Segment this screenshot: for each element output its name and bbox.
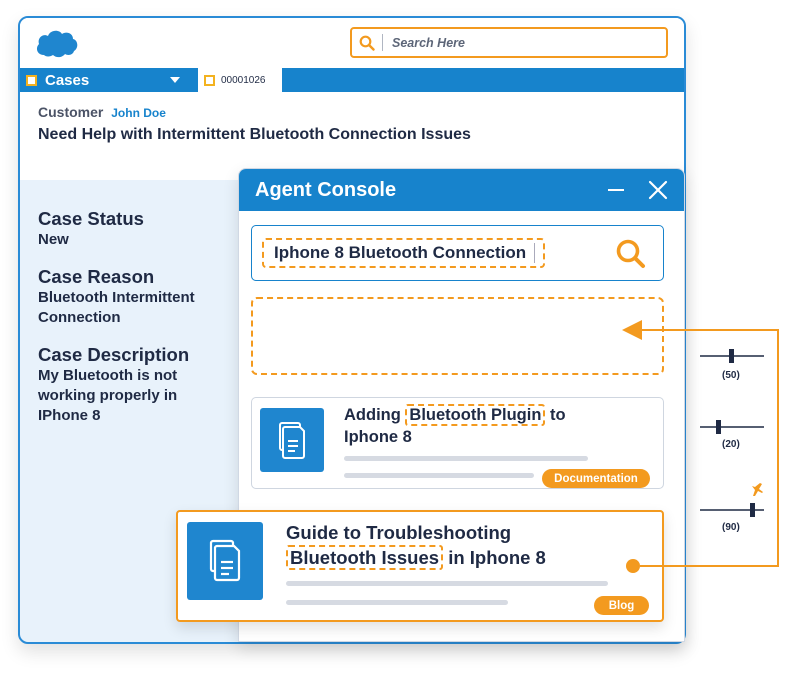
- highlighted-keyword: Bluetooth Plugin: [405, 404, 546, 426]
- tab-case-record[interactable]: 00001026: [198, 68, 282, 92]
- text-cursor: [534, 243, 536, 263]
- case-description-block: Case Description My Bluetooth is not wor…: [38, 344, 238, 426]
- tab-cases-label: Cases: [45, 71, 90, 89]
- case-details: Case Status New Case Reason Bluetooth In…: [38, 208, 238, 442]
- search-result-card[interactable]: Adding Bluetooth Plugin to Iphone 8 Docu…: [251, 397, 664, 489]
- case-status-value: New: [38, 231, 69, 248]
- case-status-block: Case Status New: [38, 208, 238, 250]
- search-query-text: Iphone 8 Bluetooth Connection: [274, 243, 527, 262]
- case-description-line1: My Bluetooth is not: [38, 367, 178, 384]
- slider-3[interactable]: [700, 503, 764, 517]
- slider-2[interactable]: [700, 420, 764, 434]
- result-title[interactable]: Guide to Troubleshooting Bluetooth Issue…: [286, 520, 616, 570]
- record-tab-icon: [204, 74, 215, 86]
- result-tag-documentation[interactable]: Documentation: [542, 469, 650, 488]
- result-title-pre: Adding: [344, 406, 401, 424]
- search-query-input[interactable]: Iphone 8 Bluetooth Connection: [262, 238, 546, 268]
- case-status-label: Case Status: [38, 208, 144, 229]
- cases-tab-icon: [26, 74, 37, 86]
- customer-label: Customer: [38, 104, 104, 120]
- search-icon[interactable]: [352, 29, 382, 56]
- result-tag-blog[interactable]: Blog: [594, 596, 649, 615]
- dragged-result-card[interactable]: Guide to Troubleshooting Bluetooth Issue…: [176, 510, 664, 622]
- airplane-icon: [752, 483, 763, 496]
- cloud-logo-icon[interactable]: [34, 27, 78, 59]
- search-icon[interactable]: [615, 238, 647, 270]
- case-description-line3: IPhone 8: [38, 407, 101, 424]
- case-subject: Need Help with Intermittent Bluetooth Co…: [38, 126, 471, 143]
- case-reason-value-line2: Connection: [38, 309, 121, 326]
- snippet-line: [286, 581, 608, 586]
- highlighted-keyword: Bluetooth Issues: [286, 545, 444, 570]
- console-title: Agent Console: [255, 178, 397, 201]
- console-search-box[interactable]: Iphone 8 Bluetooth Connection: [251, 225, 664, 281]
- result-title-line2: Iphone 8: [344, 428, 412, 446]
- drop-target-zone[interactable]: [251, 297, 664, 375]
- customer-line: Customer John Doe: [38, 104, 166, 120]
- snippet-line: [344, 473, 534, 478]
- result-title[interactable]: Adding Bluetooth Plugin to Iphone 8: [344, 404, 644, 448]
- tab-record-label: 00001026: [221, 74, 266, 86]
- search-placeholder[interactable]: Search Here: [392, 36, 465, 50]
- document-icon: [187, 522, 263, 600]
- snippet-line: [344, 456, 588, 461]
- tab-bar: Cases 00001026: [20, 68, 684, 92]
- slider-2-value: (20): [722, 439, 740, 450]
- tab-cases[interactable]: Cases: [20, 68, 190, 92]
- slider-3-value: (90): [722, 522, 740, 533]
- case-description-label: Case Description: [38, 344, 190, 365]
- search-divider: [382, 34, 383, 51]
- case-header: Customer John Doe Need Help with Intermi…: [20, 92, 684, 180]
- global-search-bar[interactable]: Search Here: [350, 27, 668, 58]
- case-reason-label: Case Reason: [38, 266, 155, 287]
- case-reason-block: Case Reason Bluetooth Intermittent Conne…: [38, 266, 238, 328]
- result-title-line1: Guide to Troubleshooting: [286, 522, 512, 543]
- chevron-down-icon[interactable]: [170, 77, 180, 83]
- case-description-line2: working properly in: [38, 387, 178, 404]
- case-reason-value-line1: Bluetooth Intermittent: [38, 289, 195, 306]
- result-title-post: to: [550, 406, 566, 424]
- top-bar: Search Here: [20, 18, 684, 68]
- close-icon[interactable]: [648, 180, 668, 200]
- minimize-icon[interactable]: [608, 189, 624, 191]
- document-icon: [260, 408, 324, 472]
- slider-1[interactable]: [700, 349, 764, 363]
- result-title-post: in Iphone 8: [448, 547, 546, 568]
- customer-name-link[interactable]: John Doe: [111, 106, 166, 120]
- snippet-line: [286, 600, 508, 605]
- drag-handle-dot[interactable]: [626, 559, 640, 573]
- slider-1-value: (50): [722, 370, 740, 381]
